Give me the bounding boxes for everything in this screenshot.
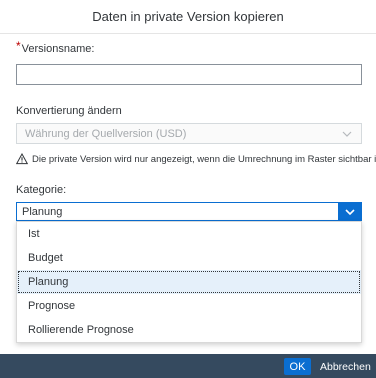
dialog-title: Daten in private Version kopieren [0,0,376,34]
category-dropdown-button[interactable] [338,202,362,221]
category-select[interactable]: Planung [16,202,362,221]
category-select-value: Planung [22,205,63,218]
dropdown-option-prognose[interactable]: Prognose [17,294,361,318]
version-name-label-text: Versionsname: [21,43,95,55]
conversion-select: Währung der Quellversion (USD) [16,123,362,144]
dropdown-option-ist[interactable]: Ist [17,222,361,246]
version-name-label: *Versionsname: [16,39,95,55]
dropdown-option-rollierende-prognose[interactable]: Rollierende Prognose [17,318,361,342]
warning-text: Die private Version wird nur angezeigt, … [32,153,376,165]
dropdown-option-budget[interactable]: Budget [17,246,361,270]
conversion-warning: Die private Version wird nur angezeigt, … [16,152,376,166]
conversion-select-value: Währung der Quellversion (USD) [25,127,187,140]
dialog-title-text: Daten in private Version kopieren [92,9,284,24]
dialog-footer: OK Abbrechen [0,354,376,378]
required-marker: * [16,39,21,53]
cancel-button[interactable]: Abbrechen [320,358,371,375]
category-dropdown-list: Ist Budget Planung Prognose Rollierende … [16,221,362,343]
version-name-input[interactable] [16,64,362,85]
category-label: Kategorie: [16,184,67,196]
warning-icon [16,153,28,165]
chevron-down-icon [345,208,355,215]
chevron-down-icon [342,131,352,137]
ok-button[interactable]: OK [284,358,311,375]
dropdown-option-planung[interactable]: Planung [17,270,361,294]
conversion-label: Konvertierung ändern [16,105,122,117]
